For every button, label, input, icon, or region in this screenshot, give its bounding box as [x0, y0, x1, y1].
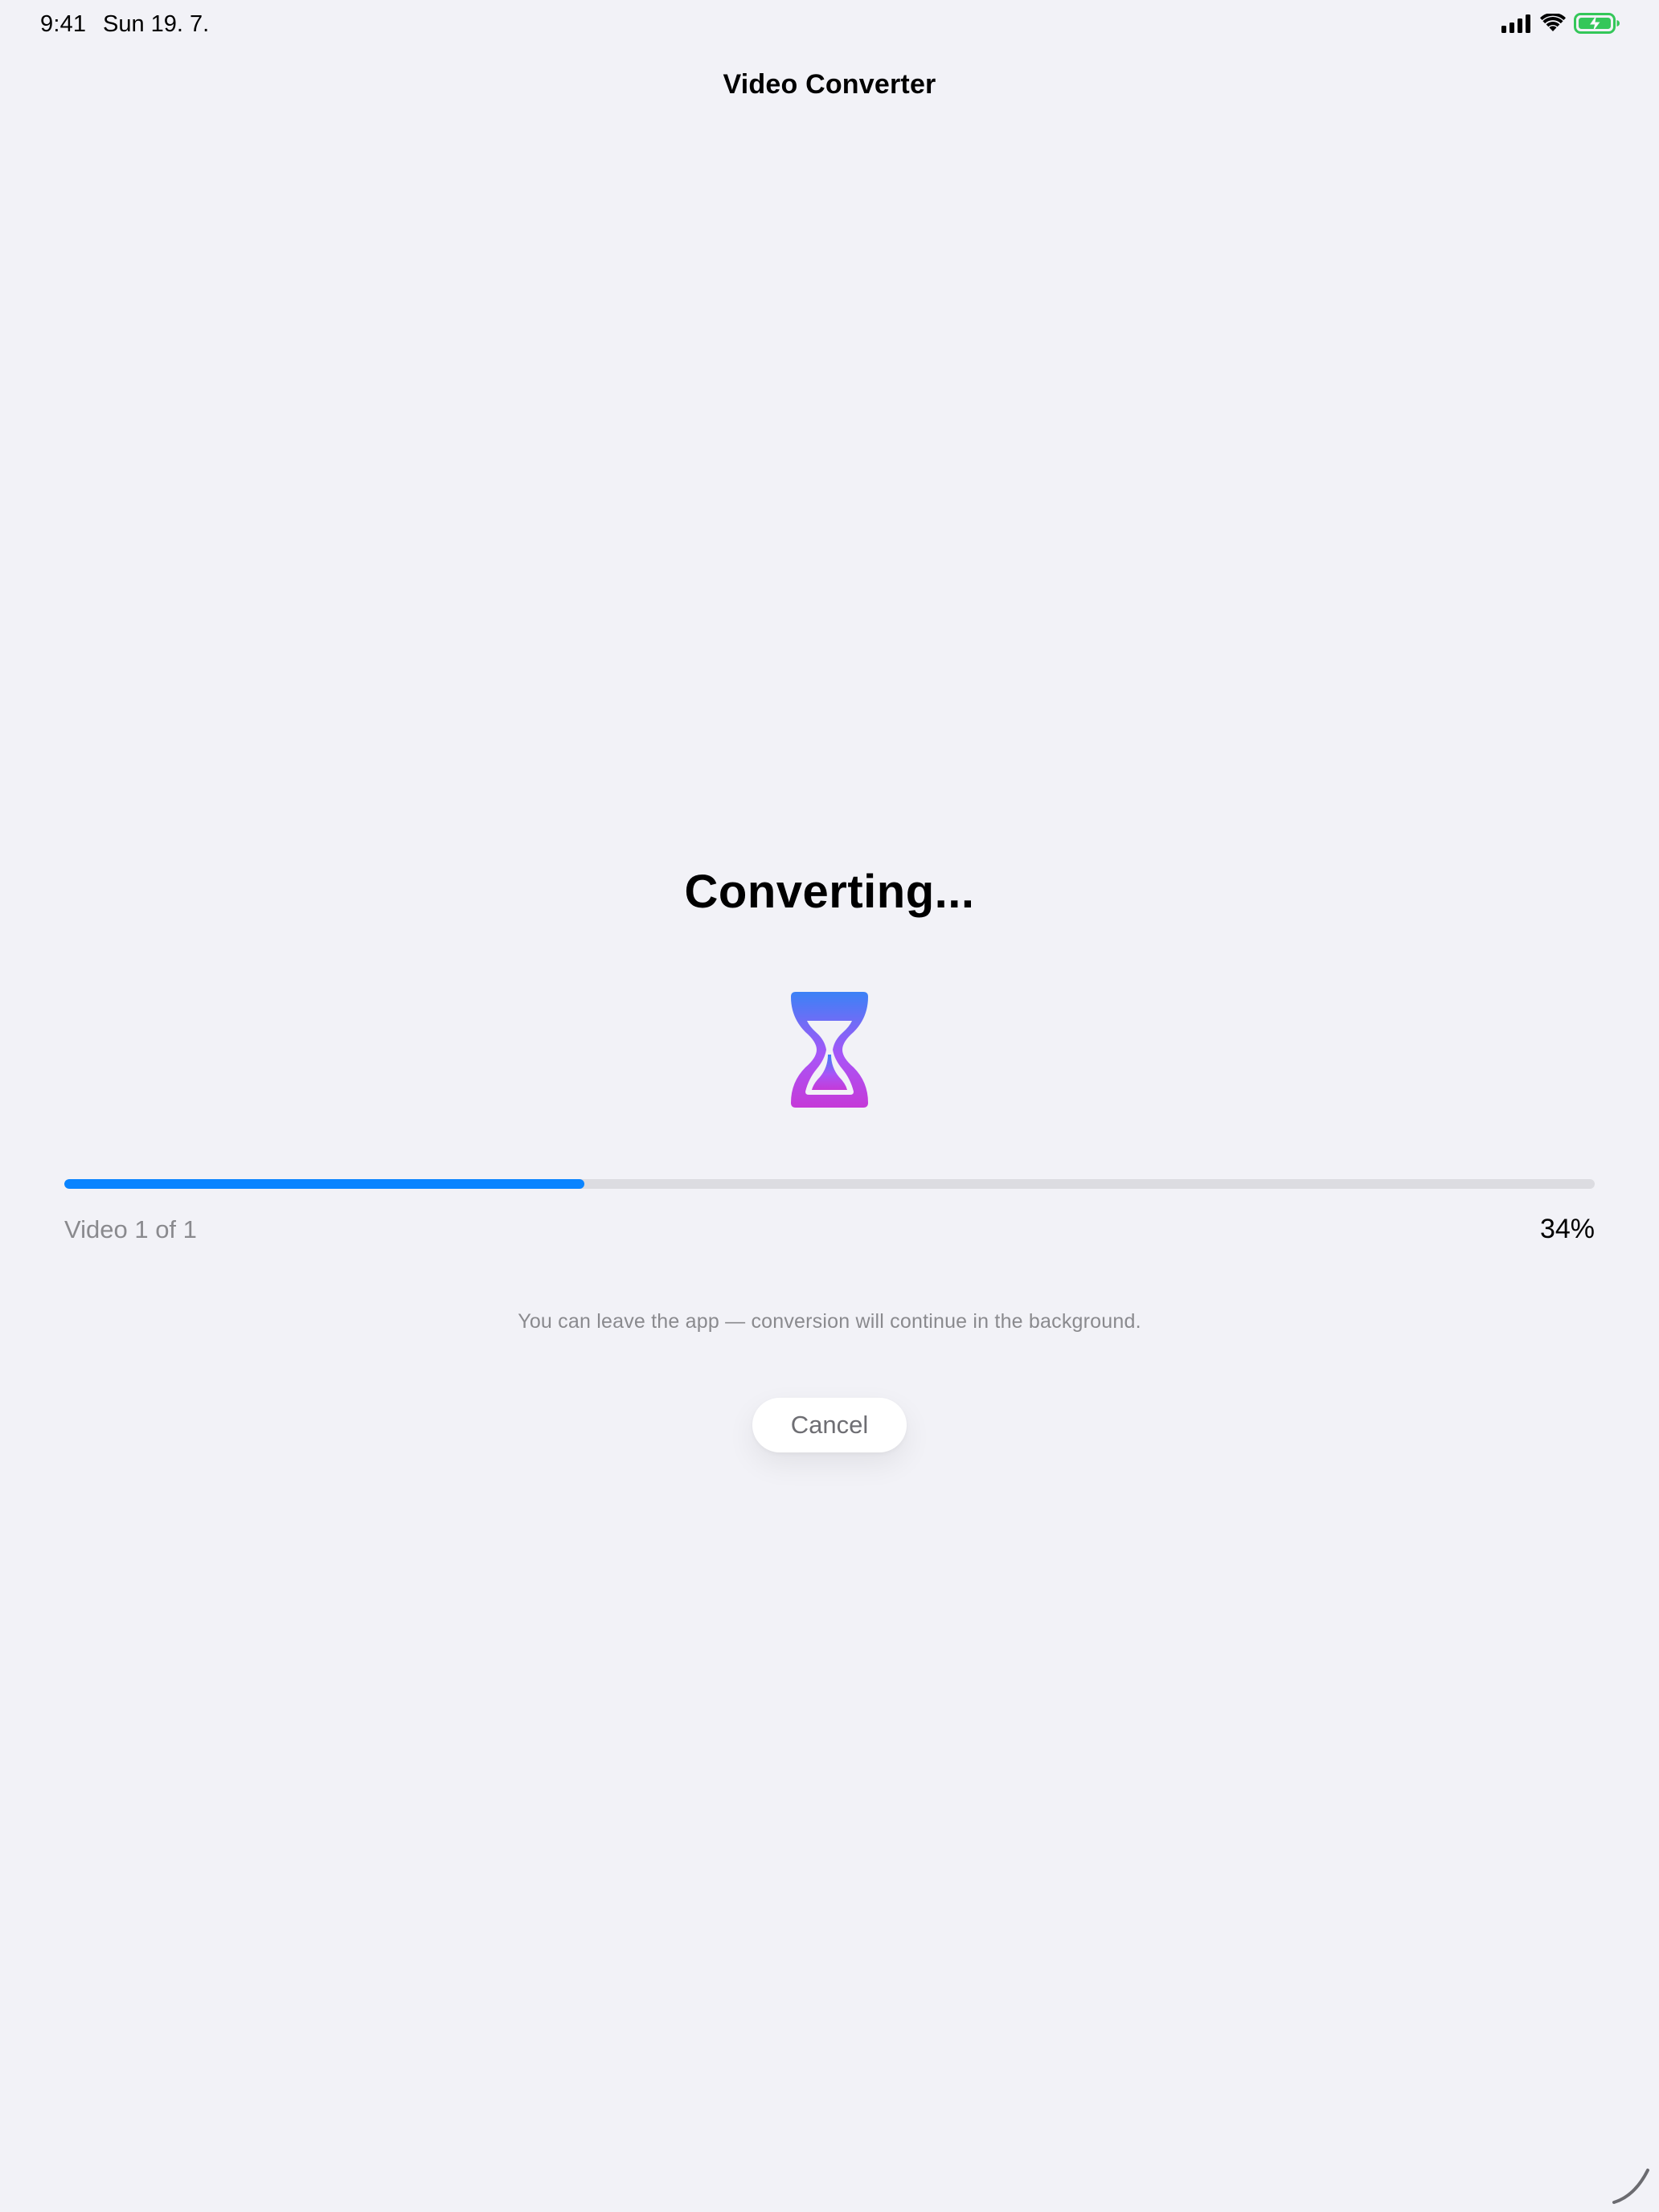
- wifi-icon: [1540, 12, 1566, 37]
- converting-heading: Converting...: [684, 866, 975, 918]
- battery-charging-icon: [1574, 12, 1620, 38]
- status-bar: 9:41 Sun 19. 7.: [0, 0, 1659, 51]
- progress-percent: 34%: [1539, 1214, 1595, 1244]
- pencil-indicator-icon: [1608, 2161, 1653, 2206]
- progress-bar: [64, 1179, 1595, 1189]
- progress-fill: [64, 1179, 585, 1189]
- cellular-signal-icon: [1501, 14, 1532, 37]
- status-time: 9:41: [40, 11, 87, 37]
- hourglass-icon: [789, 990, 870, 1109]
- status-icons: [1501, 12, 1620, 38]
- nav-title: Video Converter: [723, 69, 936, 100]
- status-date: Sun 19. 7.: [103, 11, 210, 37]
- background-hint: You can leave the app — conversion will …: [518, 1310, 1141, 1333]
- progress-caption: Video 1 of 1: [64, 1215, 197, 1243]
- cancel-button[interactable]: Cancel: [752, 1398, 907, 1452]
